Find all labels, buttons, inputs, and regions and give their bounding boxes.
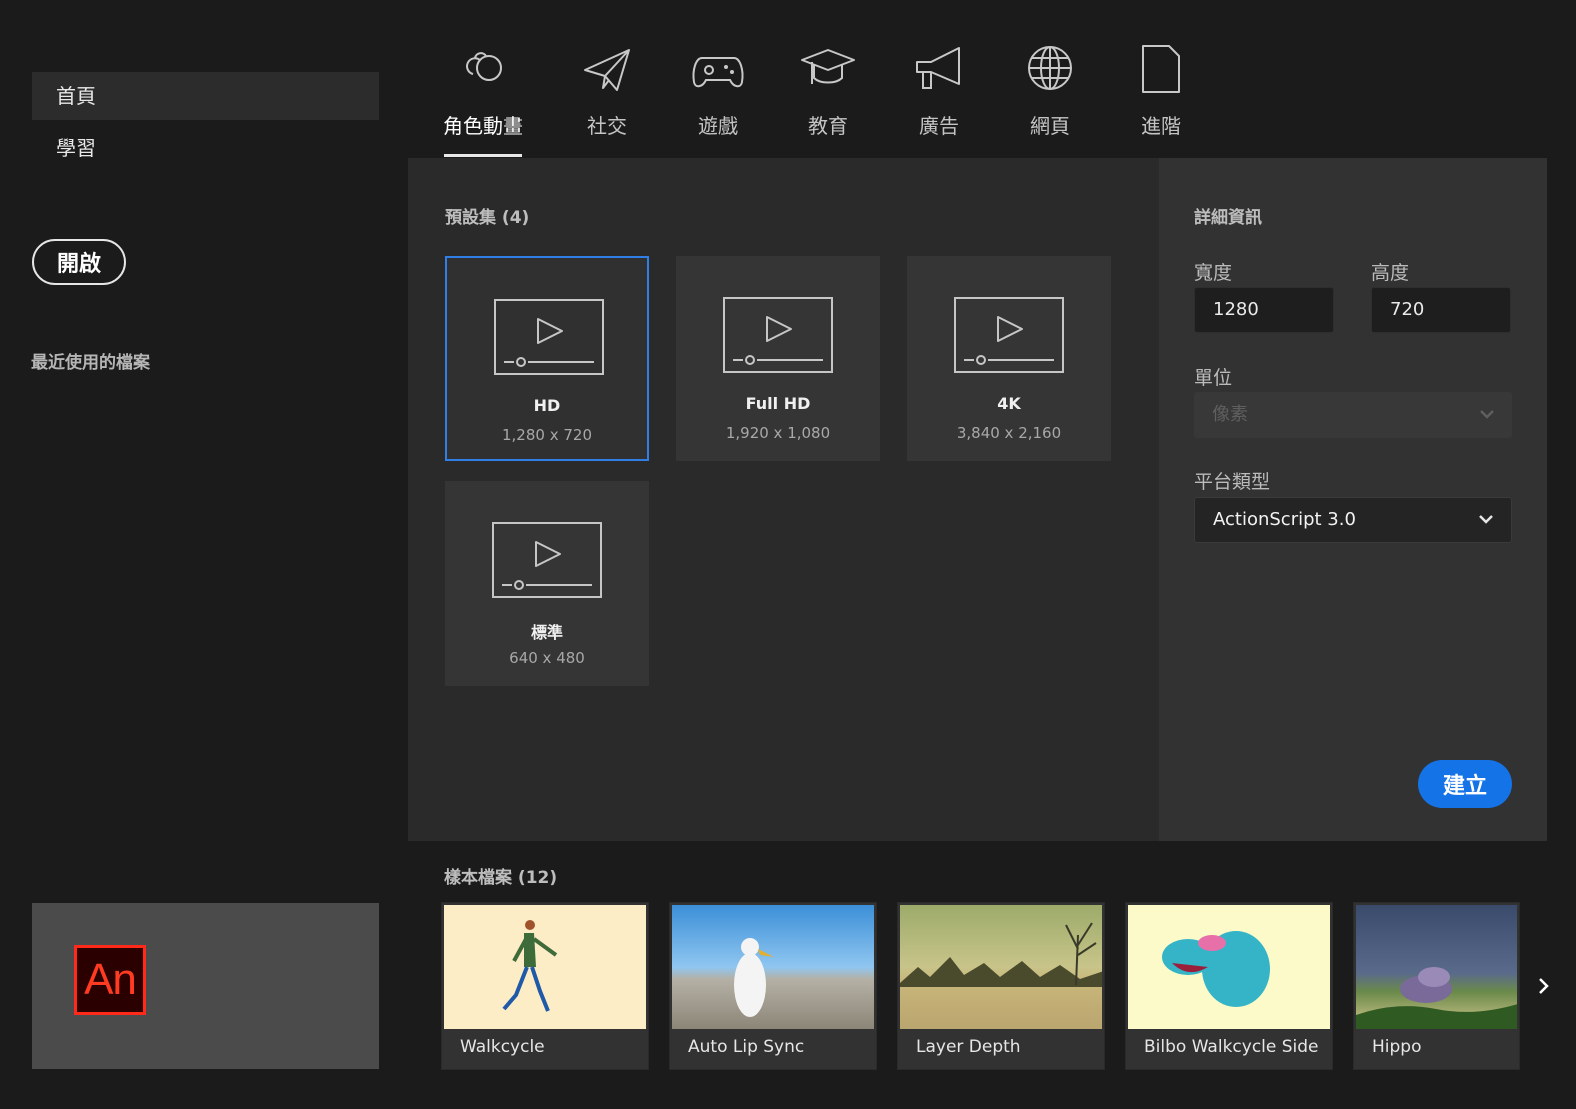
chevron-down-icon [1480, 410, 1494, 419]
walking-character-image [502, 920, 558, 1012]
unit-select[interactable]: 像素 [1194, 392, 1512, 438]
sample-card-auto-lip-sync[interactable]: Auto Lip Sync [669, 902, 877, 1070]
landscape-image [900, 922, 1102, 987]
sidebar-item-home[interactable]: 首頁 [32, 72, 379, 120]
sample-card-walkcycle[interactable]: Walkcycle [441, 902, 649, 1070]
sample-name: Auto Lip Sync [688, 1037, 805, 1057]
tab-label: 網頁 [1030, 114, 1070, 138]
animate-logo: An [74, 945, 146, 1015]
character-animation-icon [466, 52, 502, 81]
tab-label: 角色動畫 [443, 114, 523, 138]
graduation-cap-icon [801, 49, 855, 84]
width-label: 寬度 [1194, 262, 1233, 284]
active-tab-indicator [444, 154, 522, 157]
sample-thumbnail [900, 905, 1102, 1029]
sample-thumbnail [444, 905, 646, 1029]
sample-name: Walkcycle [460, 1037, 545, 1057]
sample-thumbnail [1128, 905, 1330, 1029]
tab-label: 遊戲 [698, 114, 738, 138]
sidebar-item-label: 首頁 [56, 84, 96, 108]
sample-name: Bilbo Walkcycle Side [1144, 1037, 1319, 1057]
gamepad-icon [692, 57, 744, 88]
height-input[interactable]: 720 [1371, 287, 1511, 333]
hippo-character-image [1356, 967, 1517, 1029]
preset-card-standard[interactable]: 標準 640 x 480 [445, 481, 649, 686]
tab-games[interactable]: 遊戲 [668, 40, 768, 139]
document-icon [1142, 45, 1180, 93]
preset-card-hd[interactable]: HD 1,280 x 720 [445, 256, 649, 461]
tab-advertising[interactable]: 廣告 [889, 40, 989, 139]
unit-select-value: 像素 [1212, 404, 1248, 425]
preset-name: HD [533, 396, 561, 415]
paper-plane-icon [584, 49, 630, 91]
sample-name: Hippo [1372, 1037, 1422, 1057]
preset-name: 標準 [530, 623, 563, 642]
sample-thumbnail [672, 905, 874, 1029]
video-icon [494, 299, 604, 375]
platform-select-value: ActionScript 3.0 [1213, 509, 1356, 530]
tab-web[interactable]: 網頁 [1000, 40, 1100, 139]
platform-select[interactable]: ActionScript 3.0 [1194, 497, 1512, 543]
bird-character-image [734, 938, 774, 1017]
preset-card-4k[interactable]: 4K 3,840 x 2,160 [907, 256, 1111, 461]
create-button-label: 建立 [1442, 774, 1487, 799]
tab-label: 教育 [808, 114, 848, 138]
preset-size: 3,840 x 2,160 [956, 424, 1062, 442]
video-icon [723, 297, 833, 373]
chevron-down-icon [1479, 515, 1493, 524]
creature-character-image [1162, 931, 1270, 1007]
sidebar-item-learn[interactable]: 學習 [32, 124, 379, 172]
tab-education[interactable]: 教育 [778, 40, 878, 139]
tab-character-animation[interactable]: 角色動畫 [433, 40, 533, 139]
tab-label: 廣告 [919, 114, 959, 138]
megaphone-icon [916, 47, 960, 89]
video-icon [492, 522, 602, 598]
open-button[interactable]: 開啟 [32, 239, 126, 285]
open-button-label: 開啟 [56, 252, 101, 277]
presets-title: 預設集 (4) [445, 208, 530, 228]
tab-label: 進階 [1141, 114, 1181, 138]
tab-label: 社交 [587, 114, 627, 138]
preset-size: 640 x 480 [509, 649, 585, 667]
sample-thumbnail [1356, 905, 1517, 1029]
tab-social[interactable]: 社交 [557, 40, 657, 139]
sample-card-layer-depth[interactable]: Layer Depth [897, 902, 1105, 1070]
sample-name: Layer Depth [916, 1037, 1021, 1057]
brand-panel: An [32, 903, 379, 1069]
preset-card-full-hd[interactable]: Full HD 1,920 x 1,080 [676, 256, 880, 461]
details-title: 詳細資訊 [1194, 208, 1262, 228]
samples-title: 樣本檔案 (12) [444, 868, 558, 888]
video-icon [954, 297, 1064, 373]
preset-size: 1,920 x 1,080 [725, 424, 831, 442]
width-input[interactable]: 1280 [1194, 287, 1334, 333]
platform-label: 平台類型 [1194, 471, 1271, 493]
preset-name: Full HD [745, 394, 811, 413]
create-button[interactable]: 建立 [1418, 760, 1512, 808]
recent-files-title: 最近使用的檔案 [31, 353, 150, 373]
sample-card-bilbo-walkcycle-side[interactable]: Bilbo Walkcycle Side [1125, 902, 1333, 1070]
tab-advanced[interactable]: 進階 [1111, 40, 1211, 139]
chevron-right-icon[interactable] [1532, 972, 1556, 1000]
preset-name: 4K [997, 394, 1021, 413]
preset-size: 1,280 x 720 [502, 426, 592, 444]
height-label: 高度 [1371, 262, 1410, 284]
sidebar-item-label: 學習 [56, 136, 96, 160]
globe-icon [1028, 46, 1072, 90]
unit-label: 單位 [1194, 367, 1233, 389]
sample-card-hippo[interactable]: Hippo [1353, 902, 1520, 1070]
